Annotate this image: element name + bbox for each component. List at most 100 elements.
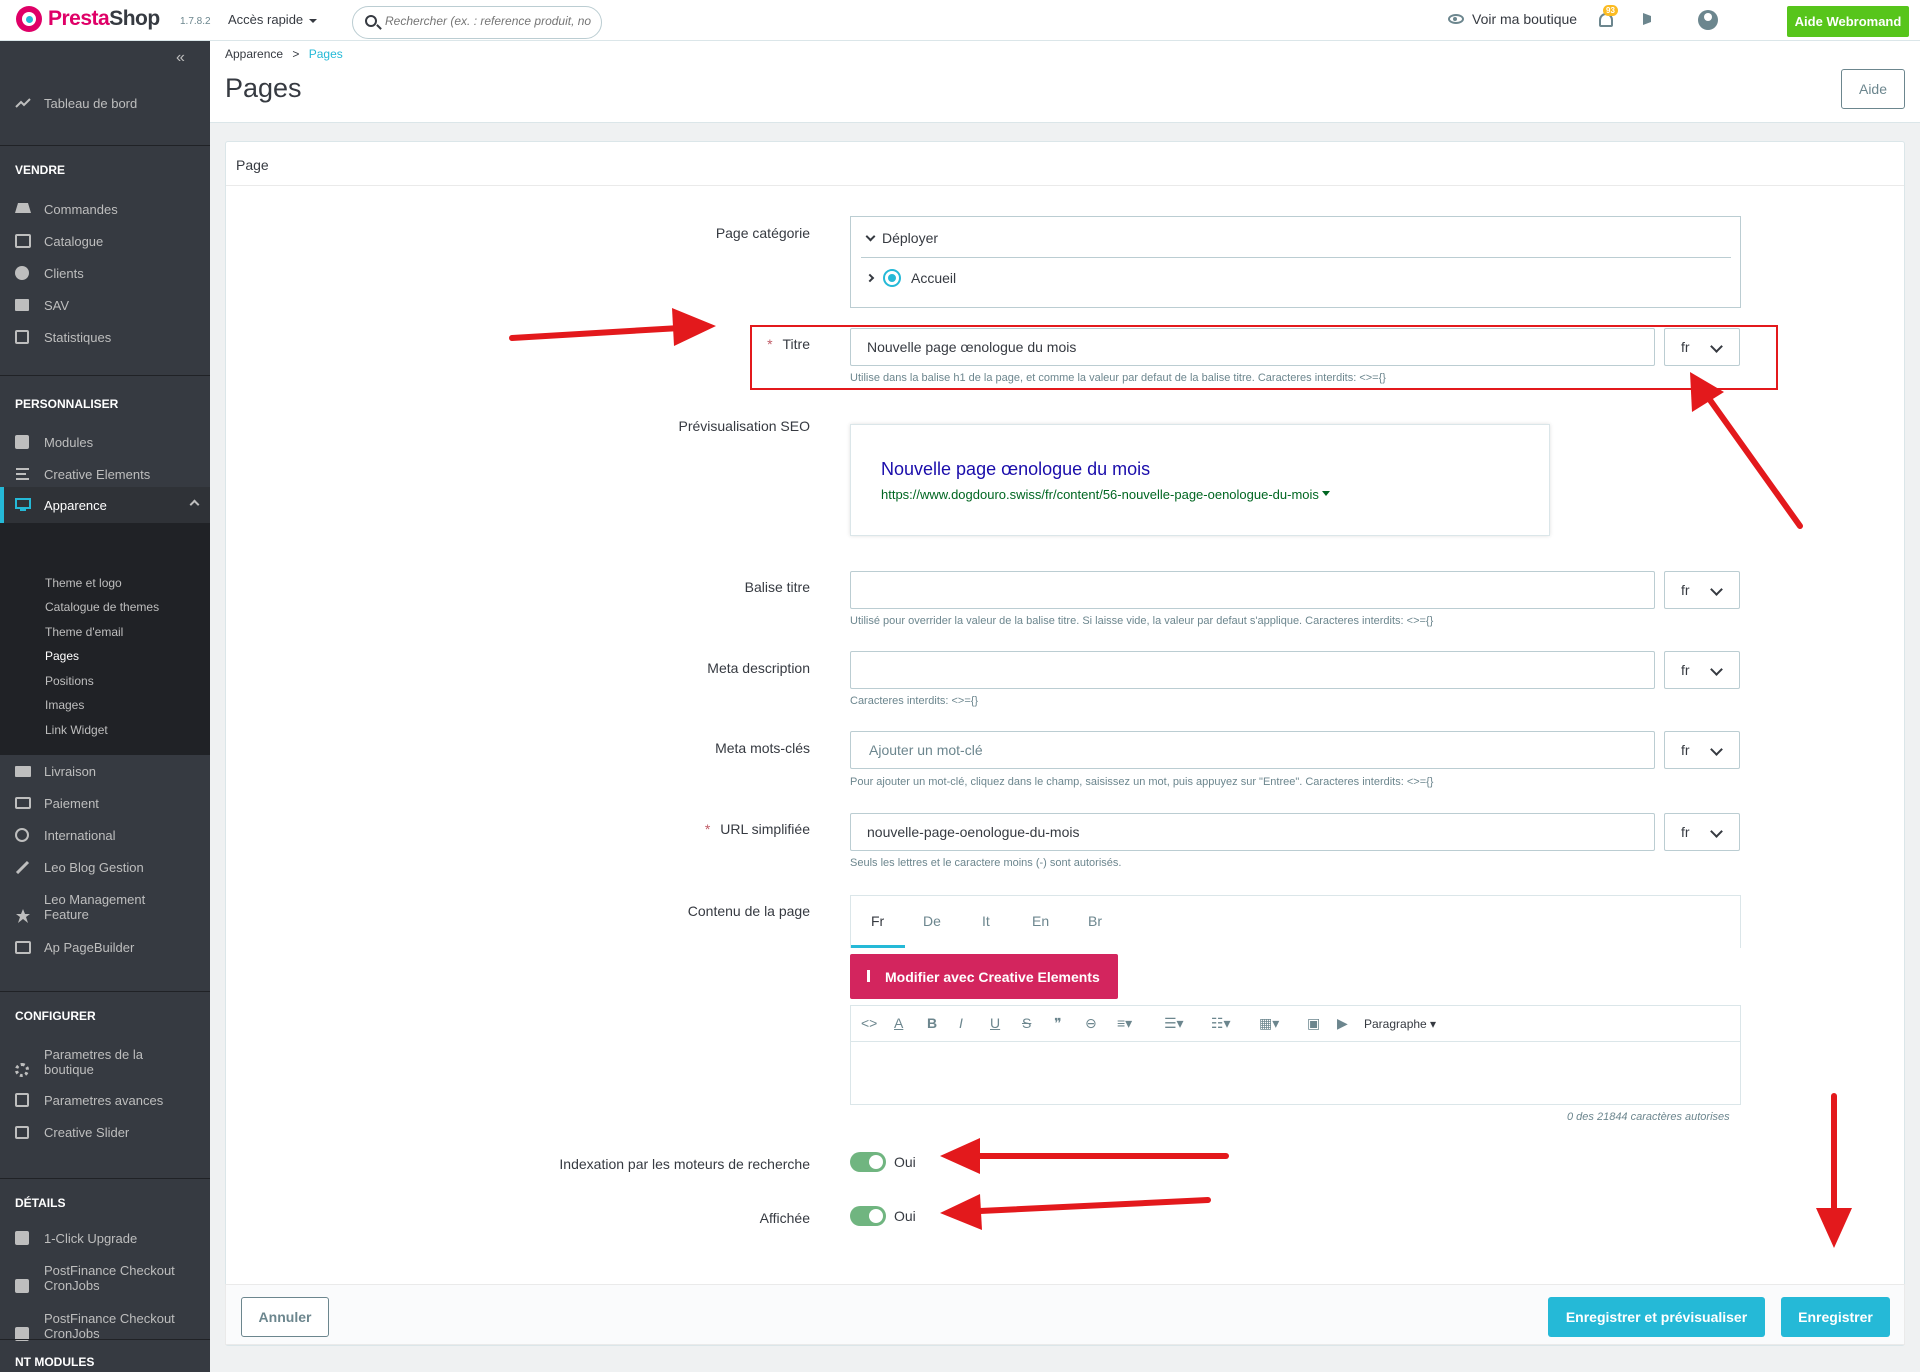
help-button[interactable]: Aide xyxy=(1841,69,1905,109)
url-lang-select[interactable]: fr xyxy=(1664,813,1740,851)
text-color-icon[interactable]: A xyxy=(894,1015,903,1031)
submenu-link-widget[interactable]: Link Widget xyxy=(45,723,108,737)
strikethrough-icon[interactable]: S xyxy=(1022,1015,1031,1031)
submenu-theme-logo[interactable]: Theme et logo xyxy=(45,576,122,590)
displayed-label: Affichée xyxy=(759,1210,810,1226)
sidebar-item-payment[interactable]: Paiement xyxy=(0,794,210,812)
category-accueil[interactable]: Accueil xyxy=(865,269,956,287)
search-input[interactable] xyxy=(385,14,595,28)
sidebar-item-label: Leo Management Feature xyxy=(44,892,146,922)
form-footer-wrapper: Annuler Enregistrer et prévisualiser Enr… xyxy=(225,1284,1905,1346)
section-customize-heading: PERSONNALISER xyxy=(15,397,119,411)
indexation-switch[interactable] xyxy=(850,1152,886,1172)
deploy-toggle[interactable]: Déployer xyxy=(865,230,938,246)
tab-en[interactable]: En xyxy=(1032,913,1049,929)
editor-toolbar: <> A B I U S ❞ ⊖ ≡▾ ☰▾ ☷▾ ▦▾ ▣ ▶ Paragra… xyxy=(851,1006,1740,1042)
sidebar-item-modules[interactable]: Modules xyxy=(0,433,210,451)
prestashop-logo[interactable]: PrestaShop xyxy=(16,6,160,32)
seo-preview-title: Nouvelle page œnologue du mois xyxy=(881,459,1151,479)
tab-br[interactable]: Br xyxy=(1088,913,1102,929)
rich-text-editor[interactable]: <> A B I U S ❞ ⊖ ≡▾ ☰▾ ☷▾ ▦▾ ▣ ▶ Paragra… xyxy=(850,1005,1741,1105)
sidebar-item-stats[interactable]: Statistiques xyxy=(0,328,210,346)
sidebar-item-leo-blog[interactable]: Leo Blog Gestion xyxy=(0,858,210,876)
breadcrumb-parent[interactable]: Apparence xyxy=(225,47,283,61)
submenu-theme-catalog[interactable]: Catalogue de themes xyxy=(45,600,159,614)
sidebar-item-creative-slider[interactable]: Creative Slider xyxy=(0,1123,210,1141)
table-icon[interactable]: ▦▾ xyxy=(1259,1015,1279,1032)
basket-icon xyxy=(15,203,31,213)
sidebar-item-international[interactable]: International xyxy=(0,826,210,844)
bold-icon[interactable]: B xyxy=(927,1015,937,1031)
image-icon[interactable]: ▣ xyxy=(1307,1015,1320,1032)
meta-desc-lang-select[interactable]: fr xyxy=(1664,651,1740,689)
view-shop-label: Voir ma boutique xyxy=(1472,11,1578,27)
sidebar-item-creative-elements[interactable]: Creative Elements xyxy=(0,465,210,483)
submenu-images[interactable]: Images xyxy=(45,698,84,712)
sidebar-item-label: Apparence xyxy=(44,497,107,513)
sidebar-item-appearance[interactable]: Apparence xyxy=(0,487,210,523)
code-icon[interactable]: <> xyxy=(861,1015,877,1031)
search-box[interactable] xyxy=(352,6,602,39)
align-icon[interactable]: ≡▾ xyxy=(1117,1015,1132,1032)
italic-icon[interactable]: I xyxy=(959,1015,963,1031)
underline-icon[interactable]: U xyxy=(990,1015,1000,1031)
displayed-switch[interactable] xyxy=(850,1206,886,1226)
breadcrumb-current[interactable]: Pages xyxy=(309,47,343,61)
cancel-button[interactable]: Annuler xyxy=(241,1297,329,1337)
radio-selected[interactable] xyxy=(883,269,901,287)
keywords-lang-select[interactable]: fr xyxy=(1664,731,1740,769)
sidebar-item-postfinance-1[interactable]: PostFinance Checkout CronJobs xyxy=(0,1261,210,1295)
meta-desc-help: Caracteres interdits: <>={} xyxy=(850,695,979,707)
sidebar-item-shipping[interactable]: Livraison xyxy=(0,762,210,780)
search-icon xyxy=(365,15,377,27)
submenu-positions[interactable]: Positions xyxy=(45,674,94,688)
view-shop-link[interactable]: Voir ma boutique xyxy=(1448,11,1577,27)
collapse-sidebar-icon[interactable]: « xyxy=(176,49,185,67)
meta-desc-input[interactable] xyxy=(850,651,1655,689)
meta-title-input[interactable] xyxy=(850,571,1655,609)
sidebar-item-ap-pagebuilder[interactable]: Ap PageBuilder xyxy=(0,938,210,956)
save-and-preview-button[interactable]: Enregistrer et prévisualiser xyxy=(1548,1297,1765,1337)
tab-de[interactable]: De xyxy=(923,913,941,929)
numbered-list-icon[interactable]: ☷▾ xyxy=(1211,1015,1231,1032)
sidebar-item-customers[interactable]: Clients xyxy=(0,264,210,282)
paragraph-format-select[interactable]: Paragraphe ▾ xyxy=(1364,1017,1436,1031)
sidebar-item-label: SAV xyxy=(44,297,70,313)
panel-title: Page xyxy=(226,142,1904,186)
sidebar-item-shop-params[interactable]: Parametres de la boutique xyxy=(0,1045,210,1079)
sidebar-item-orders[interactable]: Commandes xyxy=(0,200,210,218)
link-icon[interactable]: ⊖ xyxy=(1085,1015,1097,1032)
sidebar-item-catalog[interactable]: Catalogue xyxy=(0,232,210,250)
user-account-icon[interactable] xyxy=(1698,10,1718,30)
megaphone-icon[interactable] xyxy=(1643,13,1659,25)
url-input[interactable]: nouvelle-page-oenologue-du-mois xyxy=(850,813,1655,851)
credit-card-icon xyxy=(15,797,31,809)
keywords-input[interactable]: Ajouter un mot-clé xyxy=(850,731,1655,769)
submenu-pages[interactable]: Pages xyxy=(45,649,79,663)
sidebar-item-dashboard[interactable]: Tableau de bord xyxy=(0,93,210,113)
sidebar-item-label: Statistiques xyxy=(44,329,112,345)
sidebar-item-advanced-params[interactable]: Parametres avances xyxy=(0,1091,210,1109)
sidebar-item-postfinance-2[interactable]: PostFinance Checkout CronJobs xyxy=(0,1309,210,1343)
media-icon[interactable]: ▶ xyxy=(1337,1015,1348,1032)
sidebar-item-leo-management[interactable]: Leo Management Feature xyxy=(0,890,210,924)
edit-with-creative-elements-button[interactable]: Modifier avec Creative Elements xyxy=(850,954,1118,999)
quote-icon[interactable]: ❞ xyxy=(1054,1015,1062,1032)
account-circle-icon xyxy=(15,266,29,280)
chevron-down-icon xyxy=(865,231,876,242)
keywords-label: Meta mots-clés xyxy=(715,740,810,756)
seo-preview-url: https://www.dogdouro.swiss/fr/content/56… xyxy=(881,487,1330,502)
help-webromand-button[interactable]: Aide Webromand xyxy=(1787,6,1909,37)
bullet-list-icon[interactable]: ☰▾ xyxy=(1164,1015,1184,1032)
meta-title-lang-select[interactable]: fr xyxy=(1664,571,1740,609)
sidebar-item-upgrade[interactable]: 1-Click Upgrade xyxy=(0,1229,210,1247)
page-header: Apparence > Pages Pages Aide xyxy=(210,41,1920,123)
window-icon xyxy=(15,940,31,954)
tab-it[interactable]: It xyxy=(982,913,990,929)
save-button[interactable]: Enregistrer xyxy=(1781,1297,1890,1337)
sidebar-item-sav[interactable]: SAV xyxy=(0,296,210,314)
quick-access-menu[interactable]: Accès rapide xyxy=(228,12,317,27)
tab-fr[interactable]: Fr xyxy=(871,913,884,929)
submenu-email-theme[interactable]: Theme d'email xyxy=(45,625,123,639)
top-bar: PrestaShop 1.7.8.2 Accès rapide Voir ma … xyxy=(0,0,1920,41)
